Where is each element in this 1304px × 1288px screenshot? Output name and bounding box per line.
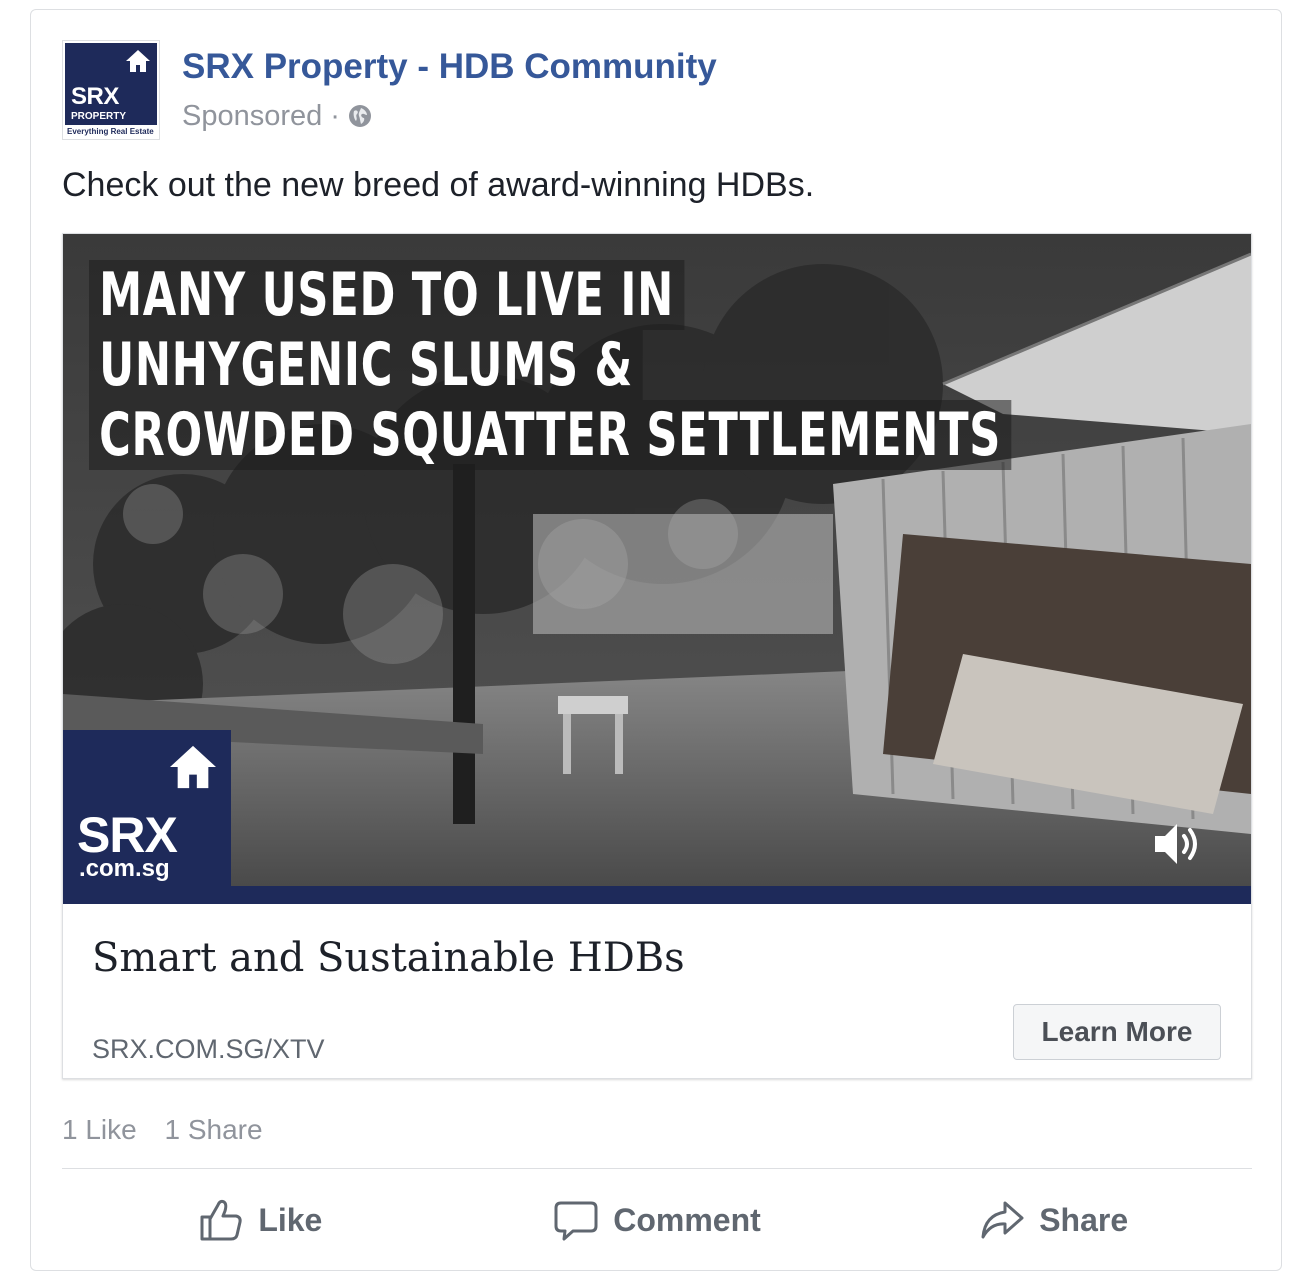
engagement-counts: 1 Like 1 Share (62, 1112, 283, 1148)
comment-button[interactable]: Comment (459, 1182, 856, 1258)
comment-icon (554, 1201, 598, 1241)
headline-line-3: CROWDED SQUATTER SETTLEMENTS (89, 400, 1012, 470)
learn-more-button[interactable]: Learn More (1013, 1004, 1221, 1060)
like-count[interactable]: 1 Like (62, 1114, 137, 1145)
thumbs-up-icon (200, 1199, 242, 1241)
srx-video-logo: SRX .com.sg (63, 730, 231, 886)
globe-icon[interactable] (348, 104, 372, 128)
link-url[interactable]: SRX.COM.SG/XTV (92, 1032, 325, 1066)
share-label: Share (1039, 1201, 1129, 1238)
link-attachment[interactable]: MANY USED TO LIVE IN UNHYGENIC SLUMS & C… (62, 233, 1252, 1079)
meta-separator: · (330, 100, 340, 132)
avatar-logo: SRX PROPERTY (65, 43, 157, 125)
sound-icon[interactable] (1153, 820, 1205, 868)
avatar-tagline: Everything Real Estate (67, 127, 154, 136)
avatar-brand: SRX (71, 83, 119, 110)
page-avatar[interactable]: SRX PROPERTY Everything Real Estate (62, 40, 160, 140)
house-icon (170, 745, 216, 789)
share-button[interactable]: Share (855, 1182, 1252, 1258)
headline-line-2: UNHYGENIC SLUMS & (89, 330, 644, 400)
post-text: Check out the new breed of award-winning… (62, 166, 815, 204)
avatar-sub: PROPERTY (71, 111, 127, 122)
comment-label: Comment (613, 1201, 761, 1238)
divider (62, 1168, 1252, 1169)
link-title[interactable]: Smart and Sustainable HDBs (92, 934, 685, 982)
post-card: SRX PROPERTY Everything Real Estate SRX … (30, 9, 1282, 1271)
logo-brand: SRX (77, 807, 178, 863)
sponsored-label[interactable]: Sponsored (182, 98, 322, 134)
action-bar: Like Comment Share (62, 1182, 1252, 1258)
like-button[interactable]: Like (62, 1182, 459, 1258)
like-label: Like (258, 1201, 323, 1238)
house-icon (126, 50, 150, 72)
video-player[interactable]: MANY USED TO LIVE IN UNHYGENIC SLUMS & C… (63, 234, 1251, 886)
headline-line-1: MANY USED TO LIVE IN (89, 260, 685, 330)
share-arrow-icon (981, 1201, 1024, 1239)
share-count[interactable]: 1 Share (165, 1114, 263, 1145)
video-progress-bar[interactable] (63, 886, 1251, 904)
post-meta: Sponsored · (182, 98, 372, 134)
page-name-link[interactable]: SRX Property - HDB Community (182, 46, 717, 88)
logo-domain: .com.sg (79, 855, 170, 882)
